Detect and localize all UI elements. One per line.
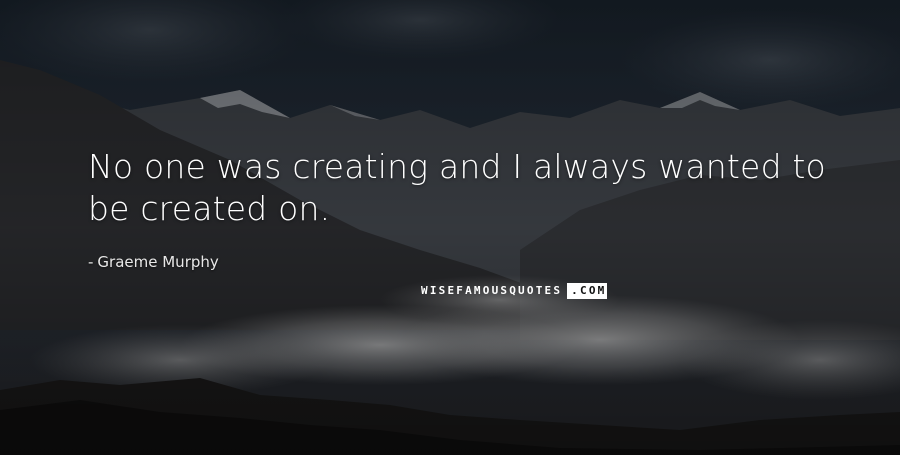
watermark-main-text: WISEFAMOUSQUOTES (421, 284, 563, 297)
quote-text: No one was creating and I always wanted … (88, 147, 826, 228)
quote-author: - Graeme Murphy (88, 252, 219, 272)
author-dash: - (88, 253, 94, 271)
watermark-suffix-text: .COM (567, 283, 608, 299)
author-name: Graeme Murphy (97, 253, 219, 271)
site-watermark-logo: WISEFAMOUSQUOTES .COM (421, 283, 608, 299)
quote-card: No one was creating and I always wanted … (0, 0, 900, 455)
